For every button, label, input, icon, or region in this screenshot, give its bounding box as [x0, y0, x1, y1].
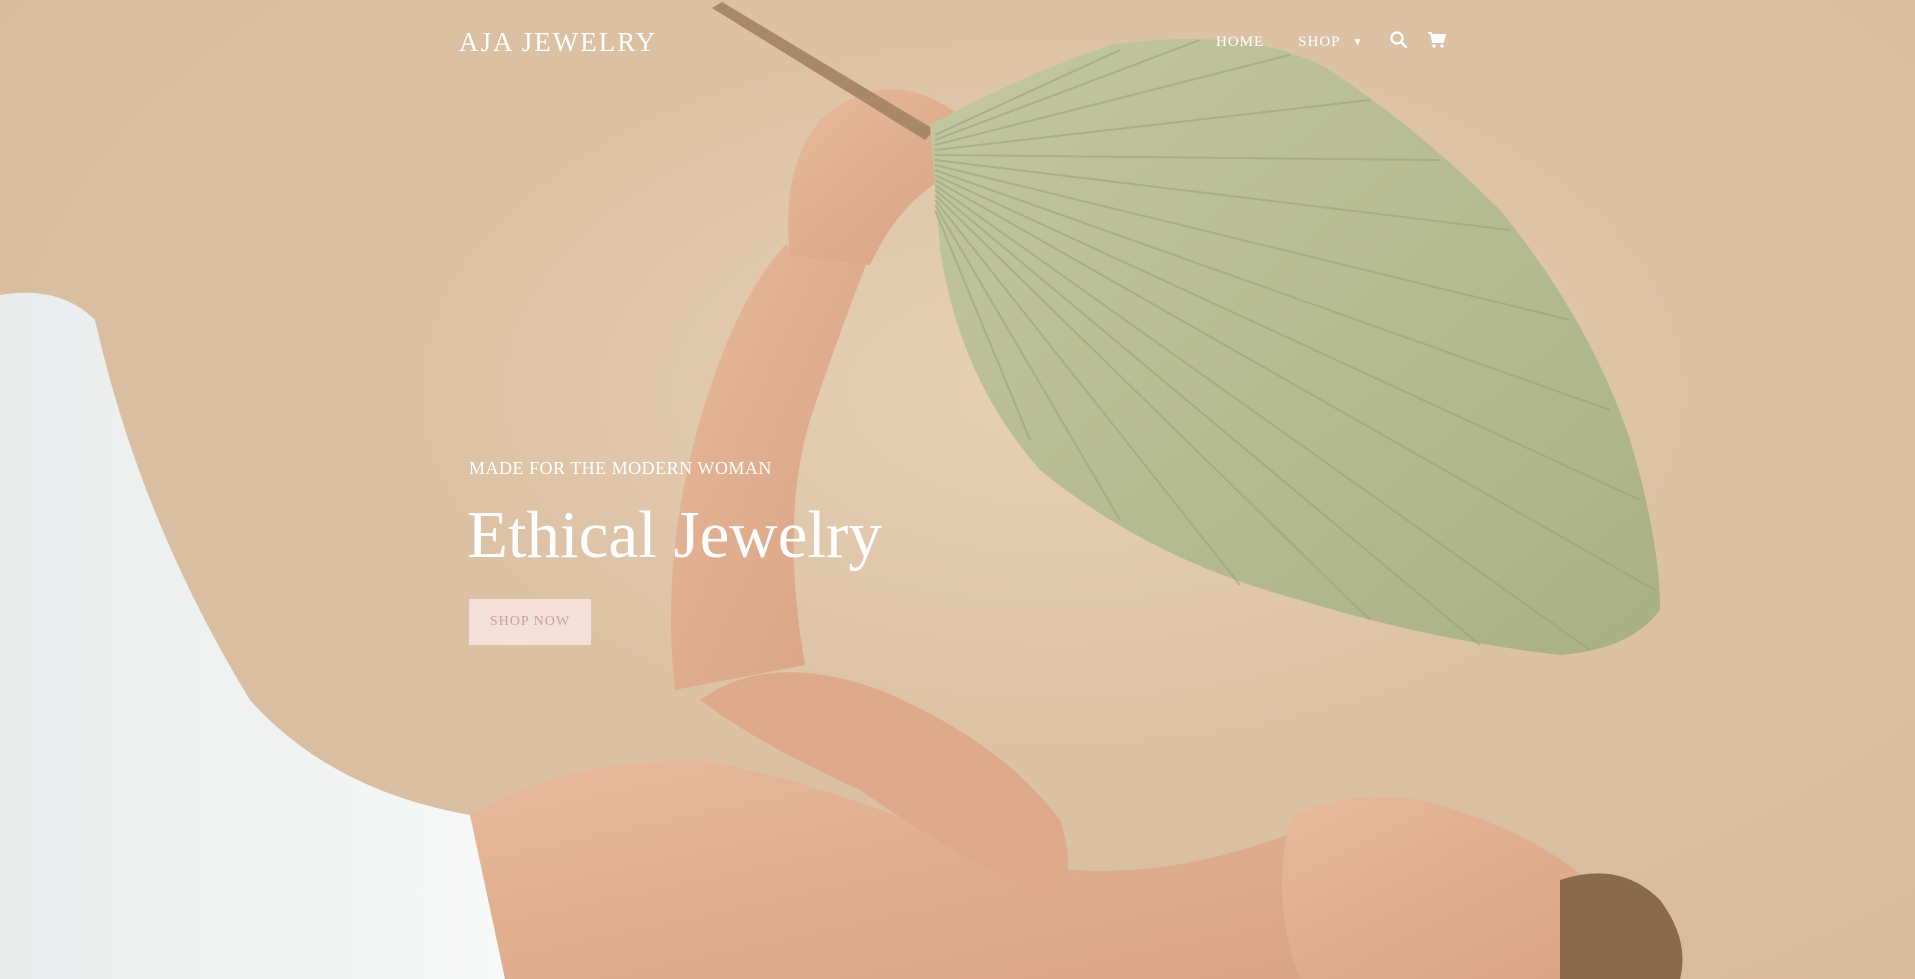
cart-icon[interactable]: [1427, 30, 1447, 50]
hero-eyebrow: MADE FOR THE MODERN WOMAN: [469, 458, 772, 478]
shop-now-button[interactable]: SHOP NOW: [469, 599, 591, 645]
site-logo[interactable]: AJA JEWELRY: [459, 27, 657, 58]
caret-down-icon: ▼: [1352, 37, 1364, 48]
hero-section: AJA JEWELRY HOME SHOP ▼ MADE FOR THE MOD…: [0, 0, 1915, 979]
hero-image: [0, 2, 1683, 979]
hero-headline: Ethical Jewelry: [467, 498, 882, 572]
site-header: AJA JEWELRY HOME SHOP ▼: [0, 0, 1915, 90]
nav-item-shop-label: SHOP: [1298, 34, 1341, 50]
nav-item-home[interactable]: HOME: [1216, 34, 1264, 51]
search-icon[interactable]: [1389, 30, 1409, 50]
nav-item-shop[interactable]: SHOP ▼: [1298, 34, 1363, 51]
main-nav: HOME SHOP ▼: [1216, 30, 1447, 51]
